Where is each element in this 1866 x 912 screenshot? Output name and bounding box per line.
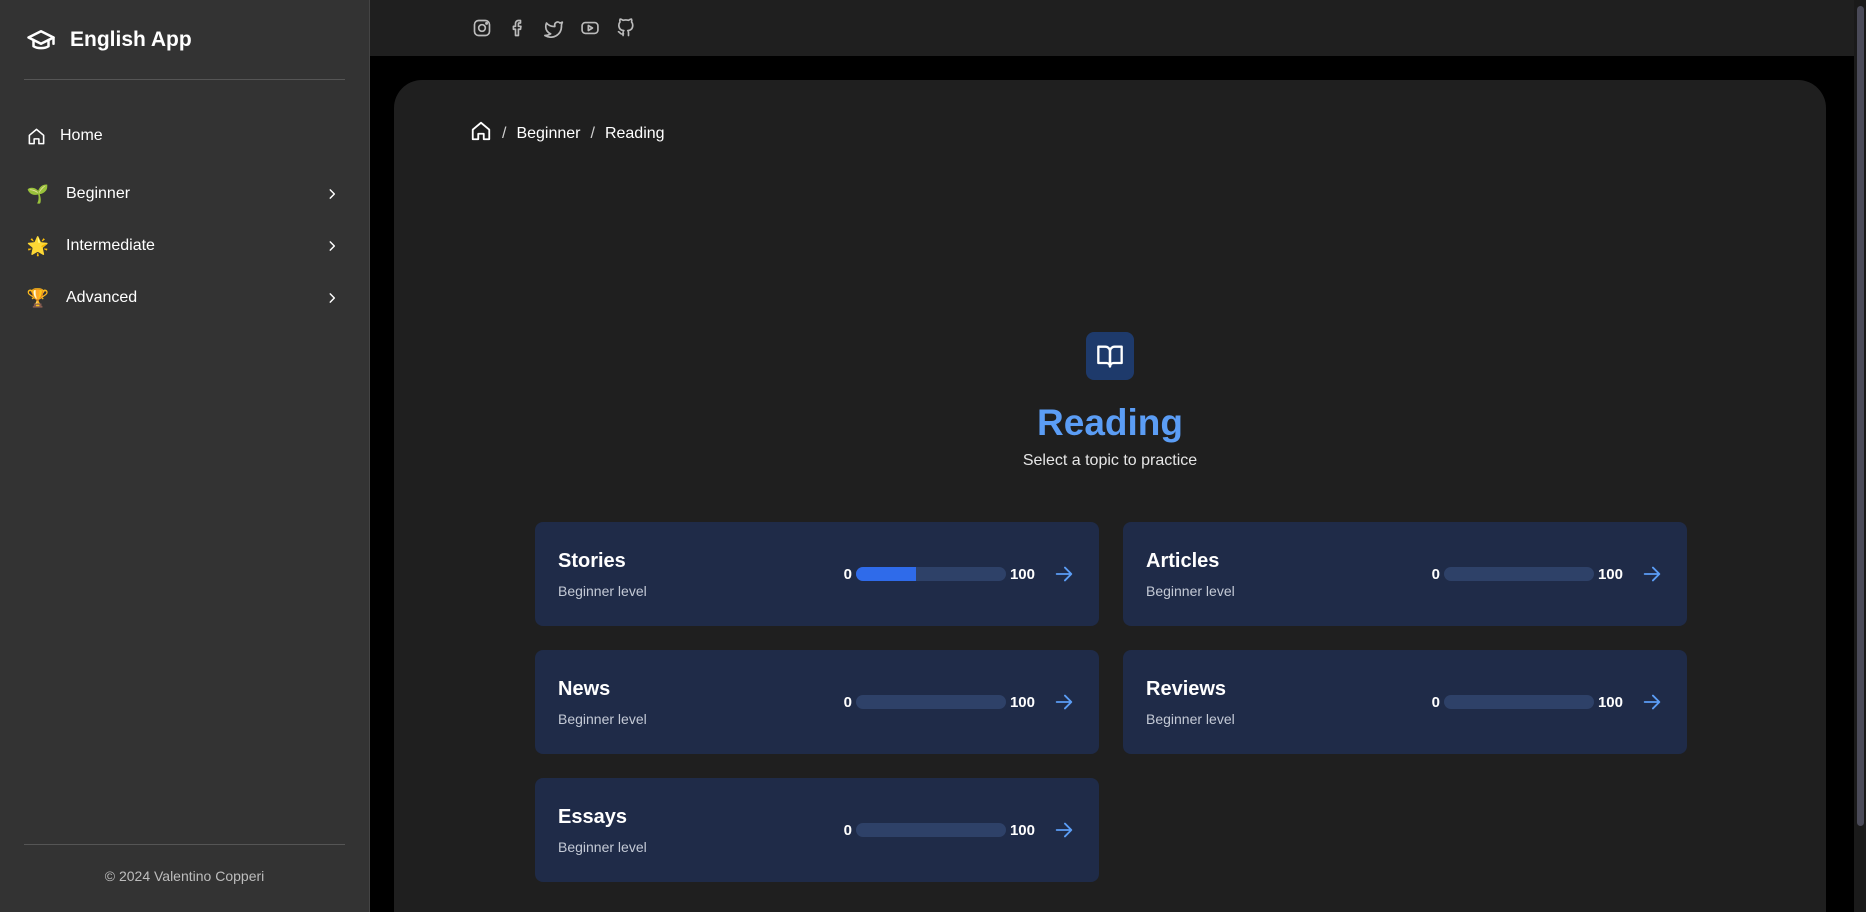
topic-progress: 0 100 [844,694,1035,711]
topic-title: Articles [1146,549,1220,572]
topic-progress: 0 100 [844,822,1035,839]
topic-card-stories[interactable]: Stories Beginner level 0 100 [535,522,1099,626]
progress-bar [855,567,1006,581]
topic-card-essays[interactable]: Essays Beginner level 0 100 [535,778,1099,882]
sidebar-item-advanced[interactable]: 🏆 Advanced [24,272,345,324]
topic-level: Beginner level [558,710,647,727]
progress-max: 100 [1009,821,1035,839]
instagram-icon[interactable] [470,17,493,40]
arrow-right-icon[interactable] [1641,563,1663,585]
home-icon [26,126,46,146]
progress-bar [855,823,1006,837]
sidebar-item-beginner[interactable]: 🌱 Beginner [24,168,345,220]
sidebar: English App Home 🌱 Beginner 🌟 Intermedia… [0,0,370,912]
progress-max: 100 [1009,565,1035,583]
page-hero: Reading Select a topic to practice [394,332,1826,470]
topic-card-articles[interactable]: Articles Beginner level 0 100 [1123,522,1687,626]
progress-min: 0 [1431,565,1440,583]
graduation-cap-icon [27,29,55,49]
progress-min: 0 [843,693,852,711]
topic-title: Essays [558,805,627,828]
topic-progress: 0 100 [844,566,1035,583]
page-subtitle: Select a topic to practice [1022,452,1198,469]
topic-level: Beginner level [1146,582,1235,599]
progress-max: 100 [1597,693,1623,711]
topic-grid: Stories Beginner level 0 100 Articles Be… [535,522,1687,882]
progress-min: 0 [843,565,852,583]
breadcrumb-item-beginner[interactable]: Beginner [516,125,580,143]
copyright-footer: © 2024 Valentino Copperi [24,844,345,906]
sidebar-item-home[interactable]: Home [24,110,345,162]
topic-progress: 0 100 [1432,694,1623,711]
sidebar-item-label: Advanced [66,289,138,306]
chevron-right-icon [329,293,336,303]
scrollbar[interactable] [1854,0,1866,912]
breadcrumb-separator: / [502,124,507,142]
topbar [370,0,1866,56]
topic-card-news[interactable]: News Beginner level 0 100 [535,650,1099,754]
arrow-right-icon[interactable] [1053,691,1075,713]
topic-card-reviews[interactable]: Reviews Beginner level 0 100 [1123,650,1687,754]
sidebar-nav: Home 🌱 Beginner 🌟 Intermediate 🏆 Advance… [24,110,345,844]
topic-level: Beginner level [558,582,647,599]
content-panel: / Beginner / Reading Reading Select a to… [394,80,1826,912]
page-title: Reading [1037,402,1183,443]
topic-progress: 0 100 [1432,566,1623,583]
youtube-icon[interactable] [578,17,601,40]
progress-min: 0 [1431,693,1440,711]
sidebar-item-label: Home [60,127,103,144]
sidebar-item-intermediate[interactable]: 🌟 Intermediate [24,220,345,272]
topic-title: Stories [558,549,626,572]
scrollbar-thumb[interactable] [1857,6,1864,826]
topic-level: Beginner level [1146,710,1235,727]
progress-bar [1443,567,1594,581]
topic-title: News [558,677,611,700]
progress-max: 100 [1597,565,1623,583]
arrow-right-icon[interactable] [1053,563,1075,585]
github-icon[interactable] [614,17,637,40]
arrow-right-icon[interactable] [1053,819,1075,841]
progress-max: 100 [1009,693,1035,711]
chevron-right-icon [329,189,336,199]
facebook-icon[interactable] [506,17,529,40]
arrow-right-icon[interactable] [1641,691,1663,713]
chevron-right-icon [329,241,336,251]
breadcrumb: / Beginner / Reading [470,120,665,147]
progress-bar [1443,695,1594,709]
sidebar-item-label: Beginner [66,185,131,202]
progress-min: 0 [843,821,852,839]
main-area: / Beginner / Reading Reading Select a to… [370,0,1866,912]
trophy-icon: 🏆 [26,287,50,308]
seedling-icon: 🌱 [26,183,50,204]
topic-title: Reviews [1146,677,1227,700]
sidebar-item-label: Intermediate [66,237,155,254]
progress-fill [855,567,916,581]
brand[interactable]: English App [24,0,345,80]
breadcrumb-home-icon[interactable] [470,120,492,147]
progress-bar [855,695,1006,709]
breadcrumb-item-reading: Reading [604,124,665,142]
content-wrapper: / Beginner / Reading Reading Select a to… [370,56,1866,912]
breadcrumb-separator: / [590,124,595,142]
twitter-icon[interactable] [542,17,565,40]
topic-level: Beginner level [558,838,647,855]
star-icon: 🌟 [26,235,50,256]
book-open-icon [1086,332,1134,380]
brand-title: English App [70,27,192,51]
